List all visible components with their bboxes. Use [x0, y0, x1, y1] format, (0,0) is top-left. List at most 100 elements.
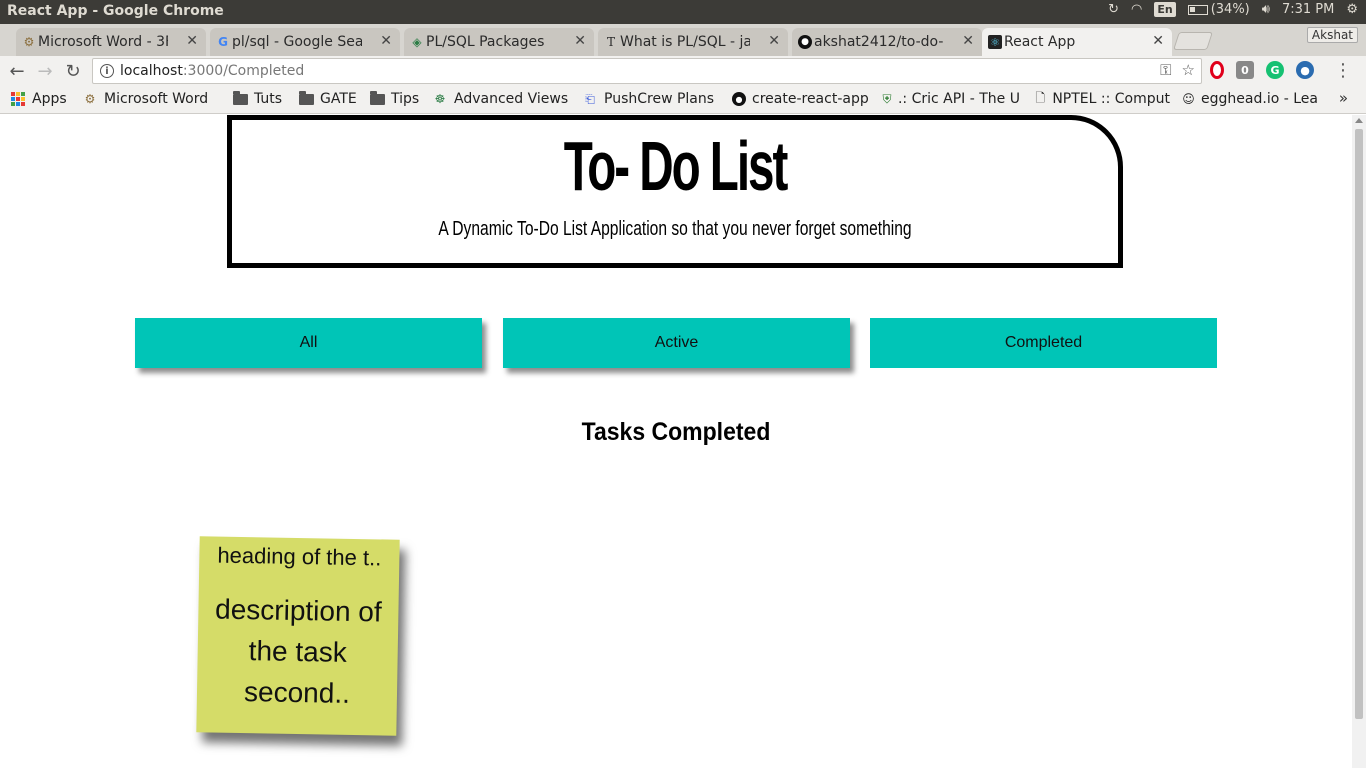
forward-arrow-icon[interactable]: →	[34, 60, 56, 82]
sync-icon[interactable]: ↻	[1108, 2, 1119, 17]
battery-percent: (34%)	[1210, 2, 1250, 17]
page-viewport: To- Do List A Dynamic To-Do List Applica…	[0, 115, 1352, 768]
github-icon: ●	[732, 92, 746, 106]
settings-gear-icon[interactable]: ⚙	[1346, 2, 1358, 17]
google-icon: G	[218, 35, 228, 49]
close-tab-icon[interactable]: ✕	[962, 33, 974, 49]
tab-what-is-plsql[interactable]: T What is PL/SQL - jav ✕	[598, 28, 788, 56]
bookmark-apps[interactable]: Apps	[10, 91, 72, 107]
bookmark-label: Apps	[32, 91, 67, 107]
app-header: To- Do List A Dynamic To-Do List Applica…	[227, 115, 1123, 268]
filter-all-button[interactable]: All	[135, 318, 482, 368]
url-host: localhost	[120, 63, 183, 79]
page-title: To- Do List	[563, 127, 789, 205]
bookmark-folder-tips[interactable]: Tips	[369, 91, 425, 107]
more-bookmarks-icon[interactable]: »	[1339, 89, 1348, 107]
url-path: :3000/Completed	[182, 63, 305, 79]
bookmark-label: PushCrew Plans	[604, 91, 715, 107]
page-icon: 🗋︎	[1035, 91, 1045, 105]
tab-label: What is PL/SQL - jav	[620, 34, 750, 50]
reload-icon[interactable]: ↻	[62, 60, 84, 82]
scroll-up-arrow-icon[interactable]	[1355, 118, 1363, 123]
bookmark-advanced-views[interactable]: ☸ Advanced Views	[432, 91, 570, 107]
volume-icon[interactable]: 🔊︎	[1262, 2, 1270, 17]
word-doc-icon: ⚙	[23, 35, 35, 49]
bookmark-label: GATE	[320, 91, 357, 107]
bookmark-create-react-app[interactable]: ● create-react-app	[732, 91, 872, 107]
os-top-bar: React App - Google Chrome ↻ ◠ En (34%) 🔊…	[0, 0, 1366, 24]
opera-icon[interactable]	[1210, 61, 1224, 79]
bookmark-egghead[interactable]: ☺ egghead.io - Lea	[1182, 91, 1318, 107]
tab-plsql-packages[interactable]: ◈ PL/SQL Packages ✕	[404, 28, 594, 56]
task-card[interactable]: heading of the t.. description of the ta…	[196, 536, 400, 736]
bookmark-label: NPTEL :: Comput	[1052, 91, 1170, 107]
diamond-site-icon: ◈	[412, 35, 422, 49]
bookmark-cric-api[interactable]: ⛨ .: Cric API - The U	[882, 91, 1020, 107]
close-tab-icon[interactable]: ✕	[186, 33, 198, 49]
react-icon: ⚛	[988, 35, 1002, 49]
window-title: React App - Google Chrome	[7, 3, 224, 19]
scrollbar-thumb[interactable]	[1355, 129, 1363, 719]
bookmark-label: .: Cric API - The U	[897, 91, 1020, 107]
tab-google-search[interactable]: G pl/sql - Google Sear ✕	[210, 28, 400, 56]
tab-microsoft-word[interactable]: ⚙ Microsoft Word - 3F ✕	[16, 28, 206, 56]
bookmark-label: Microsoft Word	[104, 91, 209, 107]
new-tab-button[interactable]	[1173, 32, 1213, 50]
task-description: description of the task second..	[214, 593, 382, 709]
bookmarks-bar: Apps ⚙ Microsoft Word Tuts GATE Tips ☸ A…	[0, 86, 1366, 114]
tutorial-t-icon: T	[606, 35, 615, 49]
section-title: Tasks Completed	[581, 418, 771, 446]
tab-label: pl/sql - Google Sear	[232, 34, 362, 50]
back-arrow-icon[interactable]: ←	[6, 60, 28, 82]
clock[interactable]: 7:31 PM	[1282, 2, 1334, 17]
filter-active-button[interactable]: Active	[503, 318, 850, 368]
filter-completed-button[interactable]: Completed	[870, 318, 1217, 368]
github-icon: ●	[798, 35, 812, 49]
language-indicator[interactable]: En	[1154, 2, 1176, 17]
task-heading: heading of the t..	[217, 542, 382, 571]
site-info-icon[interactable]: i	[100, 64, 114, 78]
bookmark-label: Tips	[391, 91, 420, 107]
tab-github-repo[interactable]: ● akshat2412/to-do-li ✕	[792, 28, 982, 56]
bookmark-folder-tuts[interactable]: Tuts	[232, 91, 292, 107]
extension-badge-icon[interactable]: 0	[1236, 61, 1254, 79]
battery-icon	[1187, 4, 1208, 15]
folder-icon	[369, 91, 385, 106]
blue-circle-extension-icon[interactable]: ●	[1296, 61, 1314, 79]
close-tab-icon[interactable]: ✕	[380, 33, 392, 49]
tab-label: akshat2412/to-do-li	[814, 34, 944, 50]
pushcrew-icon: ⎗	[585, 91, 595, 106]
bookmark-star-icon[interactable]: ☆	[1182, 61, 1195, 79]
extensions: 0 G ●	[1210, 61, 1314, 79]
close-tab-icon[interactable]: ✕	[574, 33, 586, 49]
address-bar[interactable]: i localhost:3000/Completed ⚿ ☆	[92, 58, 1202, 84]
tab-react-app[interactable]: ⚛ React App ✕	[982, 28, 1172, 56]
key-icon[interactable]: ⚿	[1160, 61, 1171, 79]
page-subtitle: A Dynamic To-Do List Application so that…	[438, 218, 912, 240]
folder-icon	[232, 91, 248, 106]
tab-strip: ⚙ Microsoft Word - 3F ✕ G pl/sql - Googl…	[0, 24, 1366, 56]
bookmark-pushcrew[interactable]: ⎗ PushCrew Plans	[582, 91, 720, 107]
bookmark-microsoft-word[interactable]: ⚙ Microsoft Word	[82, 91, 216, 107]
close-tab-icon[interactable]: ✕	[1152, 33, 1164, 49]
bookmark-nptel[interactable]: 🗋︎ NPTEL :: Comput	[1034, 91, 1170, 107]
browser-menu-icon[interactable]: ⋮	[1334, 60, 1352, 81]
folder-icon	[298, 91, 314, 106]
tab-label: Microsoft Word - 3F	[38, 34, 168, 50]
page-scrollbar[interactable]	[1352, 115, 1366, 768]
close-tab-icon[interactable]: ✕	[768, 33, 780, 49]
omnibox-actions: ⚿ ☆	[1160, 61, 1195, 79]
system-tray: ↻ ◠ En (34%) 🔊︎ 7:31 PM ⚙	[1108, 2, 1358, 17]
bookmark-label: egghead.io - Lea	[1201, 91, 1318, 107]
battery-indicator[interactable]: (34%)	[1187, 2, 1250, 17]
word-doc-icon: ⚙	[84, 92, 96, 106]
bookmark-label: create-react-app	[752, 91, 869, 107]
tab-label: PL/SQL Packages	[426, 34, 545, 50]
shield-icon: ⛨	[882, 91, 892, 106]
plugin-icon: ☸	[434, 92, 446, 106]
bookmark-label: Tuts	[254, 91, 283, 107]
wifi-icon[interactable]: ◠	[1131, 2, 1142, 17]
grammarly-icon[interactable]: G	[1266, 61, 1284, 79]
bookmark-folder-gate[interactable]: GATE	[298, 91, 362, 107]
profile-button[interactable]: Akshat	[1306, 27, 1358, 43]
